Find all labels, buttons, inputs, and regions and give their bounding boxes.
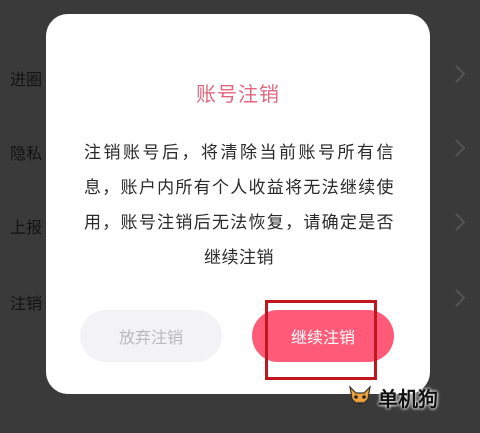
watermark: 单机狗 xyxy=(346,380,466,414)
watermark-text: 单机狗 xyxy=(378,386,438,411)
dialog-title: 账号注销 xyxy=(196,82,280,106)
highlight-box xyxy=(265,300,377,380)
cancel-deletion-button[interactable]: 放弃注销 xyxy=(80,310,222,362)
dialog-message: 注销账号后，将清除当前账号所有信息，账户内所有个人收益将无法继续使用，账号注销后… xyxy=(84,143,394,268)
dog-logo-icon xyxy=(349,385,371,405)
